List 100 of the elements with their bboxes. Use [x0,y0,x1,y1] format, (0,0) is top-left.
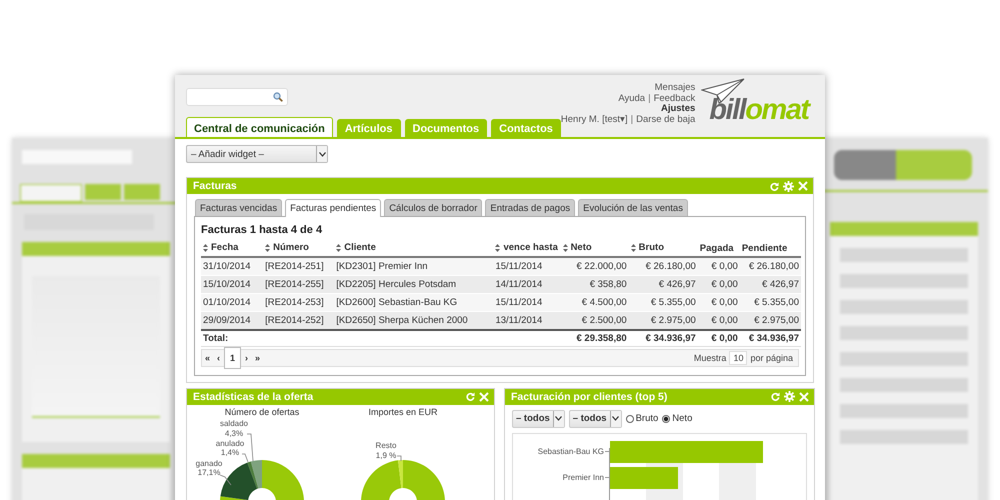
refresh-icon[interactable] [466,392,475,401]
leader-line [396,455,402,461]
per-page-label: por página [750,352,793,362]
settings-icon[interactable] [783,180,794,192]
total-cell: € 34.936,97 [646,332,696,344]
per-page-field[interactable]: 10 [729,350,748,364]
column-header[interactable]: Número [265,242,309,253]
table-cell: € 26.180,00 [646,260,696,272]
table-cell: € 426,97 [762,278,799,290]
tab[interactable]: Cálculos de borrador [384,199,482,216]
slice-value: 17,1% [198,468,220,476]
next-page-link[interactable]: › [242,352,252,362]
table-cell: 01/10/2014 [203,296,251,308]
tab[interactable]: Facturas pendientes [285,199,382,217]
table-cell: 15/11/2014 [495,296,542,308]
widget-select[interactable]: – Añadir widget – [186,145,328,163]
close-icon[interactable] [799,392,809,402]
header-link[interactable]: Darse de baja [636,115,696,126]
results-summary: Facturas 1 hasta 4 de 4 [201,224,324,236]
last-page-link[interactable]: » [252,352,264,362]
page-number[interactable]: 1 [224,346,242,368]
panel-title: Facturación por clientes (top 5) [511,390,668,402]
table-cell: € 5.355,00 [650,296,696,308]
first-page-link[interactable]: « [202,352,214,362]
chart-bar [610,466,678,488]
header-link[interactable]: Ajustes [660,104,696,116]
table-cell: 14/11/2014 [495,278,542,290]
slice-value: 1,4% [220,448,240,456]
table-cell: € 0,00 [711,296,738,308]
table-cell: € 0,00 [711,314,738,326]
show-label: Muestra [694,352,726,362]
search-field[interactable] [186,88,288,106]
sort-icon [203,244,208,252]
slice-label: anulado [216,438,244,448]
filter-select[interactable]: – todos [568,410,622,428]
panel-title: Facturas [193,180,237,192]
table-cell: [KD2600] Sebastian-Bau KG [336,296,458,308]
column-header[interactable]: vence hasta [495,242,558,253]
close-icon[interactable] [479,392,489,402]
table-cell: [RE2014-253] [265,296,324,308]
table-cell: € 0,00 [711,260,738,272]
settings-icon[interactable] [784,391,795,402]
tab[interactable]: Facturas vencidas [195,199,282,216]
table-cell: [KD2301] Premier Inn [336,260,428,272]
table-cell: € 2.500,00 [582,314,627,326]
previous-page-link[interactable]: ‹ [214,352,224,362]
column-header[interactable]: Neto [562,242,592,253]
chart-title: Importes en EUR [368,406,438,416]
slice-label: saldado [220,418,248,428]
column-header[interactable]: Bruto [630,242,664,253]
table-cell: € 22.000,00 [576,260,627,272]
chart-title: Número de ofertas [224,406,300,416]
radio-label: Neto [672,413,692,424]
sort-icon [562,244,568,252]
slice-label: Resto [376,440,396,450]
total-cell: € 29.358,80 [576,332,627,344]
slice-value: 1,9 % [376,450,396,460]
sort-icon [265,244,270,252]
refresh-icon[interactable] [771,392,780,401]
column-header[interactable]: Cliente [336,242,376,253]
radio-button[interactable] [662,414,670,422]
separator-text: | [630,115,634,126]
table-cell: [RE2014-252] [265,314,324,326]
close-icon[interactable] [798,181,808,191]
table-cell: 15/10/2014 [203,278,251,290]
nav-tab[interactable]: Central de comunicación [186,117,333,137]
total-cell: € 0,00 [711,332,738,344]
client-label: Premier Inn [562,473,604,482]
radio-button[interactable] [626,414,634,422]
client-label: Sebastian-Bau KG [536,447,604,456]
table-cell: € 0,00 [711,278,738,290]
panel-title: Estadísticas de la oferta [193,390,314,402]
slice-label: ganado [196,458,222,468]
logo: billomat [709,95,812,125]
sort-icon [495,244,500,252]
sort-icon [630,244,636,252]
table-cell: 13/11/2014 [495,314,542,326]
header-link[interactable]: Henry M. [test▾] [560,115,628,126]
table-cell: [KD2650] Sherpa Küchen 2000 [336,314,468,326]
radio-label: Bruto [636,413,658,424]
header-link[interactable]: Mensajes [654,83,696,94]
tab[interactable]: Evolución de las ventas [578,199,688,216]
table-cell: 31/10/2014 [203,260,251,272]
header-link[interactable]: Ayuda [618,94,646,104]
tab[interactable]: Entradas de pagos [485,199,576,216]
table-cell: [KD2205] Hercules Potsdam [336,278,456,290]
filter-select[interactable]: – todos [512,410,565,428]
table-cell: € 5.355,00 [754,296,799,308]
header-link[interactable]: Feedback [654,94,696,104]
column-header[interactable]: Fecha [203,242,238,253]
leader-line [220,474,232,485]
column-header: Pagada [700,242,734,254]
table-cell: € 4.500,00 [582,296,627,308]
table-cell: € 358,80 [590,278,627,290]
table-cell: 15/11/2014 [495,260,542,272]
table-cell: 29/09/2014 [203,314,251,326]
table-cell: € 26.180,00 [748,260,799,272]
sort-icon [336,244,342,252]
table-cell: [RE2014-251] [265,260,324,272]
refresh-icon[interactable] [770,182,779,190]
